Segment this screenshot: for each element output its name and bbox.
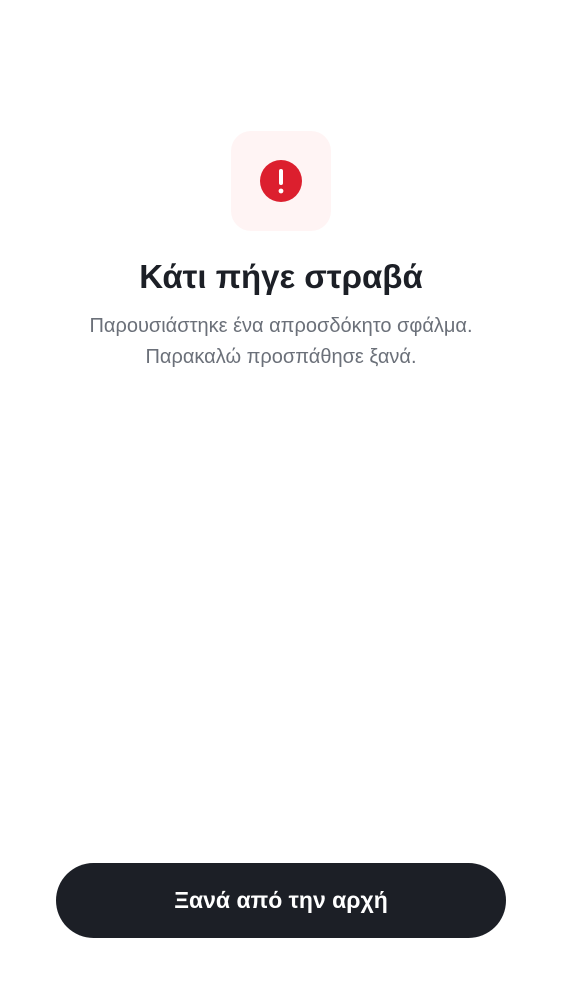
error-icon-tile [231,131,331,231]
restart-button[interactable]: Ξανά από την αρχή [56,863,506,938]
error-message: Παρουσιάστηκε ένα απροσδόκητο σφάλμα. Πα… [30,311,532,373]
error-message-line-1: Παρουσιάστηκε ένα απροσδόκητο σφάλμα. [89,315,473,337]
error-title: Κάτι πήγε στραβά [139,258,423,295]
error-message-line-2: Παρακαλώ προσπάθησε ξανά. [145,346,417,368]
exclamation-circle-icon [260,160,302,202]
